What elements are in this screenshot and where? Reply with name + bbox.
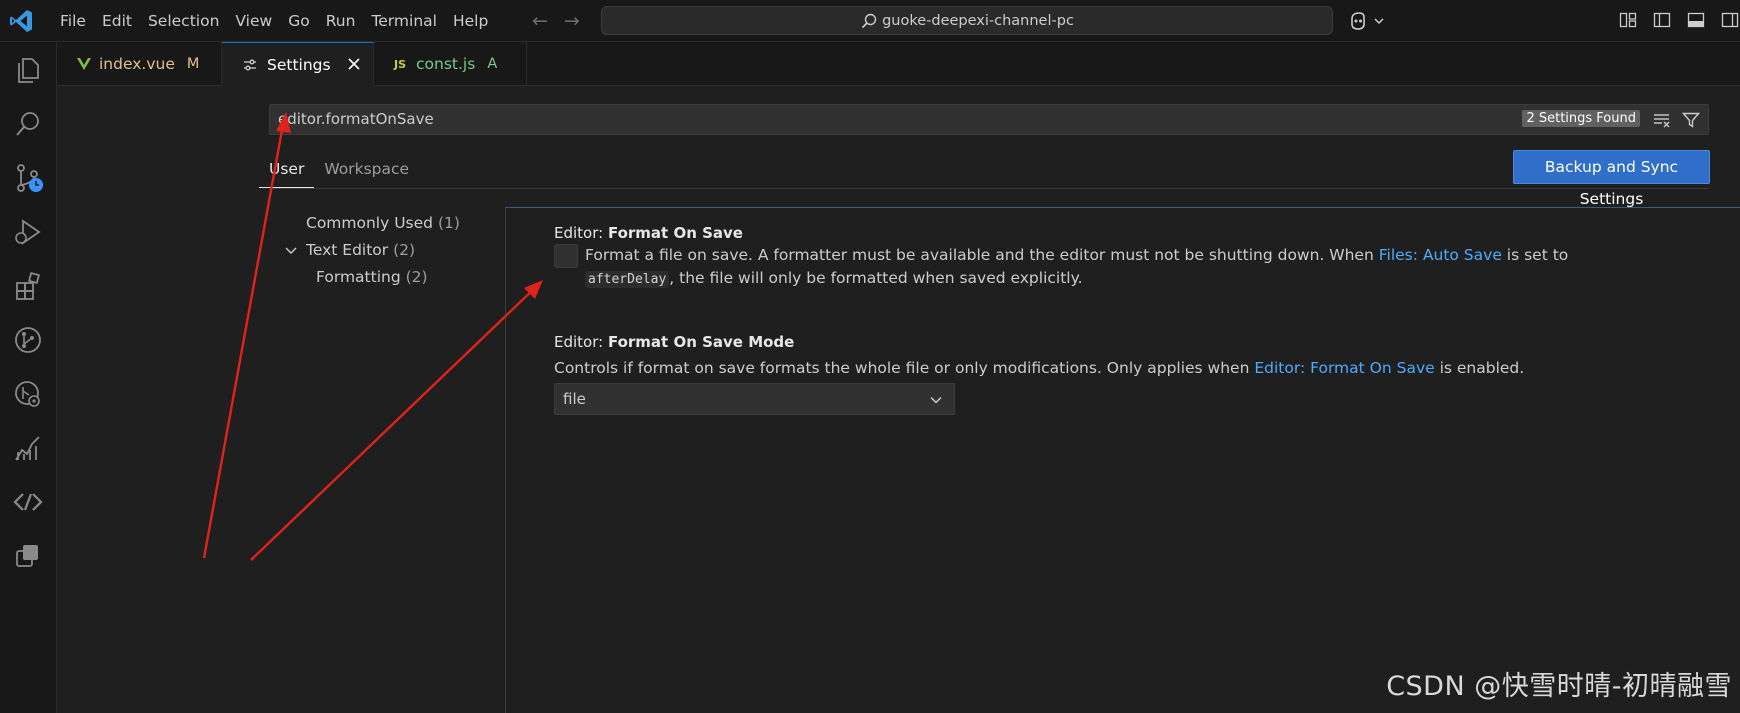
chart-icon[interactable] [12, 432, 44, 464]
chevron-down-icon [930, 396, 942, 404]
settings-scope-tabs: User Workspace [259, 152, 419, 188]
tab-user[interactable]: User [259, 152, 315, 188]
menu-go[interactable]: Go [280, 0, 318, 42]
arrow-right-icon[interactable]: → [564, 10, 580, 32]
toggle-panel-icon[interactable] [1686, 10, 1706, 30]
settings-search-input[interactable]: editor.formatOnSave 2 Settings Found [269, 104, 1709, 135]
git-graph-icon[interactable] [12, 324, 44, 356]
files-auto-save-link[interactable]: Files: Auto Save [1379, 246, 1502, 264]
menu-bar: File Edit Selection View Go Run Terminal… [52, 0, 496, 42]
menu-terminal[interactable]: Terminal [363, 0, 445, 42]
search-icon [862, 13, 877, 28]
code-share-icon[interactable] [12, 486, 44, 518]
tab-label: const.js [416, 55, 476, 73]
menu-help[interactable]: Help [445, 0, 496, 42]
toc-count: (2) [405, 268, 428, 286]
chevron-down-icon [285, 247, 297, 254]
explorer-icon[interactable] [12, 54, 44, 86]
layout-controls [1618, 10, 1740, 30]
editor-tabs: index.vue M Settings JS const.js A [57, 42, 1740, 87]
toc-item-text-editor[interactable]: Text Editor (2) [280, 237, 500, 264]
toc-item-commonly-used[interactable]: Commonly Used (1) [280, 210, 500, 237]
settings-list: Editor: Format On Save Format a file on … [505, 207, 1740, 713]
annotation-arrow [250, 280, 543, 561]
modified-badge: M [186, 56, 200, 72]
navigation-arrows: ← → [532, 10, 580, 32]
menu-view[interactable]: View [227, 0, 280, 42]
remote-explorer-icon[interactable] [12, 378, 44, 410]
toggle-secondary-sidebar-icon[interactable] [1720, 10, 1740, 30]
settings-toc: Commonly Used (1) Text Editor (2) Format… [280, 210, 500, 291]
arrow-left-icon[interactable]: ← [532, 10, 548, 32]
setting-format-on-save-mode: Editor: Format On Save Mode Controls if … [554, 333, 1554, 415]
activity-bar [0, 42, 57, 713]
vscode-logo-icon [10, 10, 32, 32]
copilot-icon[interactable] [1348, 10, 1388, 32]
tab-settings[interactable]: Settings [222, 42, 374, 87]
toc-count: (1) [437, 214, 460, 232]
command-center-label: guoke-deepexi-channel-pc [882, 12, 1074, 29]
format-on-save-checkbox[interactable] [554, 244, 578, 268]
tab-index-vue[interactable]: index.vue M [57, 42, 222, 86]
search-value: editor.formatOnSave [278, 110, 434, 128]
scope-divider [269, 188, 1709, 189]
toggle-primary-sidebar-icon[interactable] [1652, 10, 1672, 30]
added-badge: A [487, 56, 498, 72]
toc-item-formatting[interactable]: Formatting (2) [280, 264, 500, 291]
clear-search-icon[interactable] [1652, 111, 1672, 129]
settings-editor-icon [244, 59, 256, 71]
menu-file[interactable]: File [52, 0, 94, 42]
filter-icon[interactable] [1682, 111, 1700, 129]
setting-description: Format a file on save. A formatter must … [585, 246, 1569, 288]
toc-label: Formatting [316, 268, 401, 286]
toc-count: (2) [393, 241, 416, 259]
run-debug-icon[interactable] [12, 216, 44, 248]
customize-layout-icon[interactable] [1618, 10, 1638, 30]
toc-label: Commonly Used [306, 214, 434, 232]
js-file-icon: JS [394, 57, 407, 71]
format-on-save-mode-select[interactable]: file [554, 383, 955, 415]
tab-label: Settings [267, 56, 331, 74]
tab-workspace[interactable]: Workspace [314, 152, 419, 188]
search-icon[interactable] [12, 108, 44, 140]
tab-const-js[interactable]: JS const.js A [374, 42, 527, 86]
setting-description: Controls if format on save formats the w… [554, 359, 1525, 377]
settings-found-badge: 2 Settings Found [1522, 110, 1640, 127]
copy-icon[interactable] [12, 540, 44, 572]
close-icon[interactable] [345, 55, 363, 73]
menu-edit[interactable]: Edit [94, 0, 140, 42]
toc-label: Text Editor [306, 241, 389, 259]
menu-run[interactable]: Run [318, 0, 364, 42]
backup-sync-button[interactable]: Backup and Sync Settings [1513, 150, 1710, 208]
title-bar: File Edit Selection View Go Run Terminal… [0, 0, 1740, 42]
extensions-icon[interactable] [12, 270, 44, 302]
command-center[interactable]: guoke-deepexi-channel-pc [601, 6, 1333, 35]
watermark: CSDN @快雪时晴-初晴融雪 [1386, 671, 1732, 702]
select-value: file [563, 390, 586, 408]
menu-selection[interactable]: Selection [140, 0, 227, 42]
setting-title: Editor: Format On Save [554, 224, 743, 242]
setting-format-on-save: Editor: Format On Save Format a file on … [554, 224, 1568, 288]
source-control-icon[interactable] [12, 162, 44, 194]
setting-title: Editor: Format On Save Mode [554, 333, 795, 351]
editor-format-on-save-link[interactable]: Editor: Format On Save [1254, 359, 1434, 377]
after-delay-code: afterDelay [585, 271, 670, 288]
tab-label: index.vue [99, 55, 175, 73]
vue-file-icon [77, 58, 91, 70]
